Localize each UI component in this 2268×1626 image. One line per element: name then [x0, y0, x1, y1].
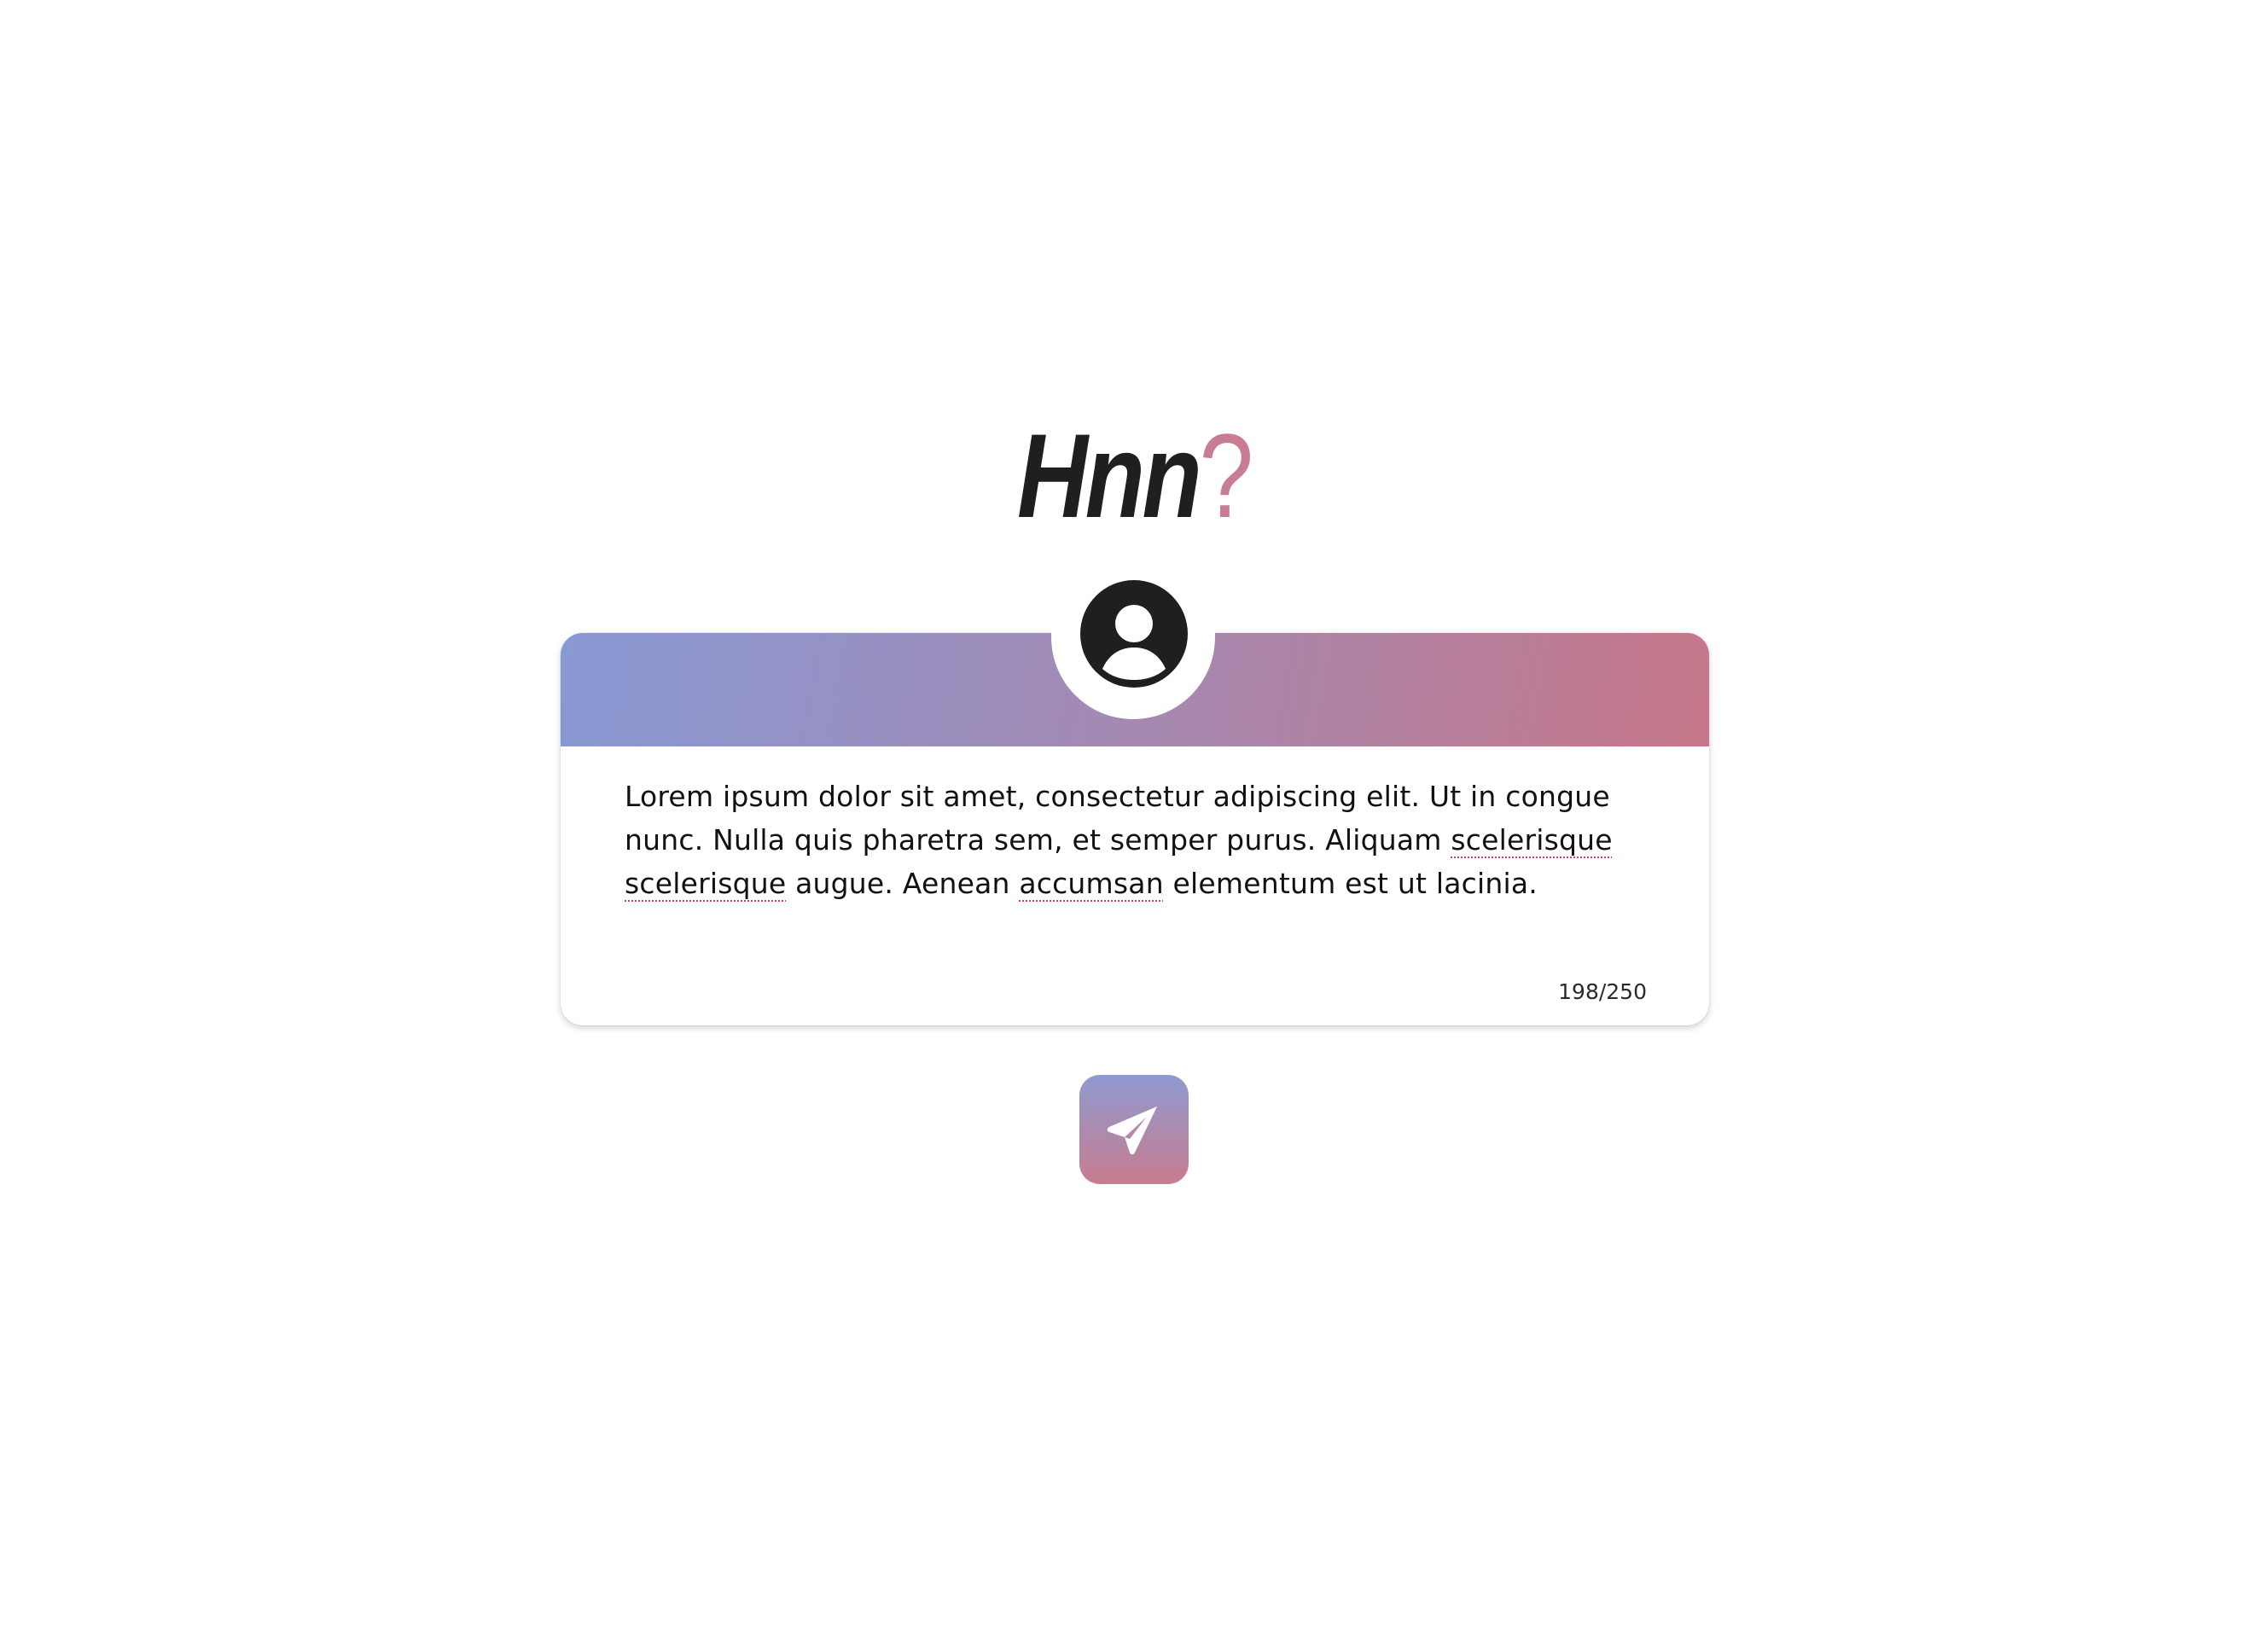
paper-plane-icon — [1107, 1106, 1157, 1155]
message-text: elementum est ut lacinia. — [1163, 867, 1538, 900]
misspelled-word: scelerisque — [1451, 823, 1613, 857]
misspelled-word: scelerisque — [625, 867, 787, 900]
misspelled-word: accumsan — [1019, 867, 1164, 900]
user-circle-icon — [1080, 580, 1188, 688]
app-logo: Hnn? — [204, 408, 2064, 544]
message-textarea[interactable]: Lorem ipsum dolor sit amet, consectetur … — [625, 775, 1631, 905]
logo-text: Hnn — [1017, 409, 1202, 543]
message-text: augue. Aenean — [786, 867, 1020, 900]
logo-question-mark: ? — [1199, 409, 1253, 543]
character-counter: 198/250 — [1558, 979, 1647, 1004]
send-button[interactable] — [1079, 1075, 1189, 1184]
